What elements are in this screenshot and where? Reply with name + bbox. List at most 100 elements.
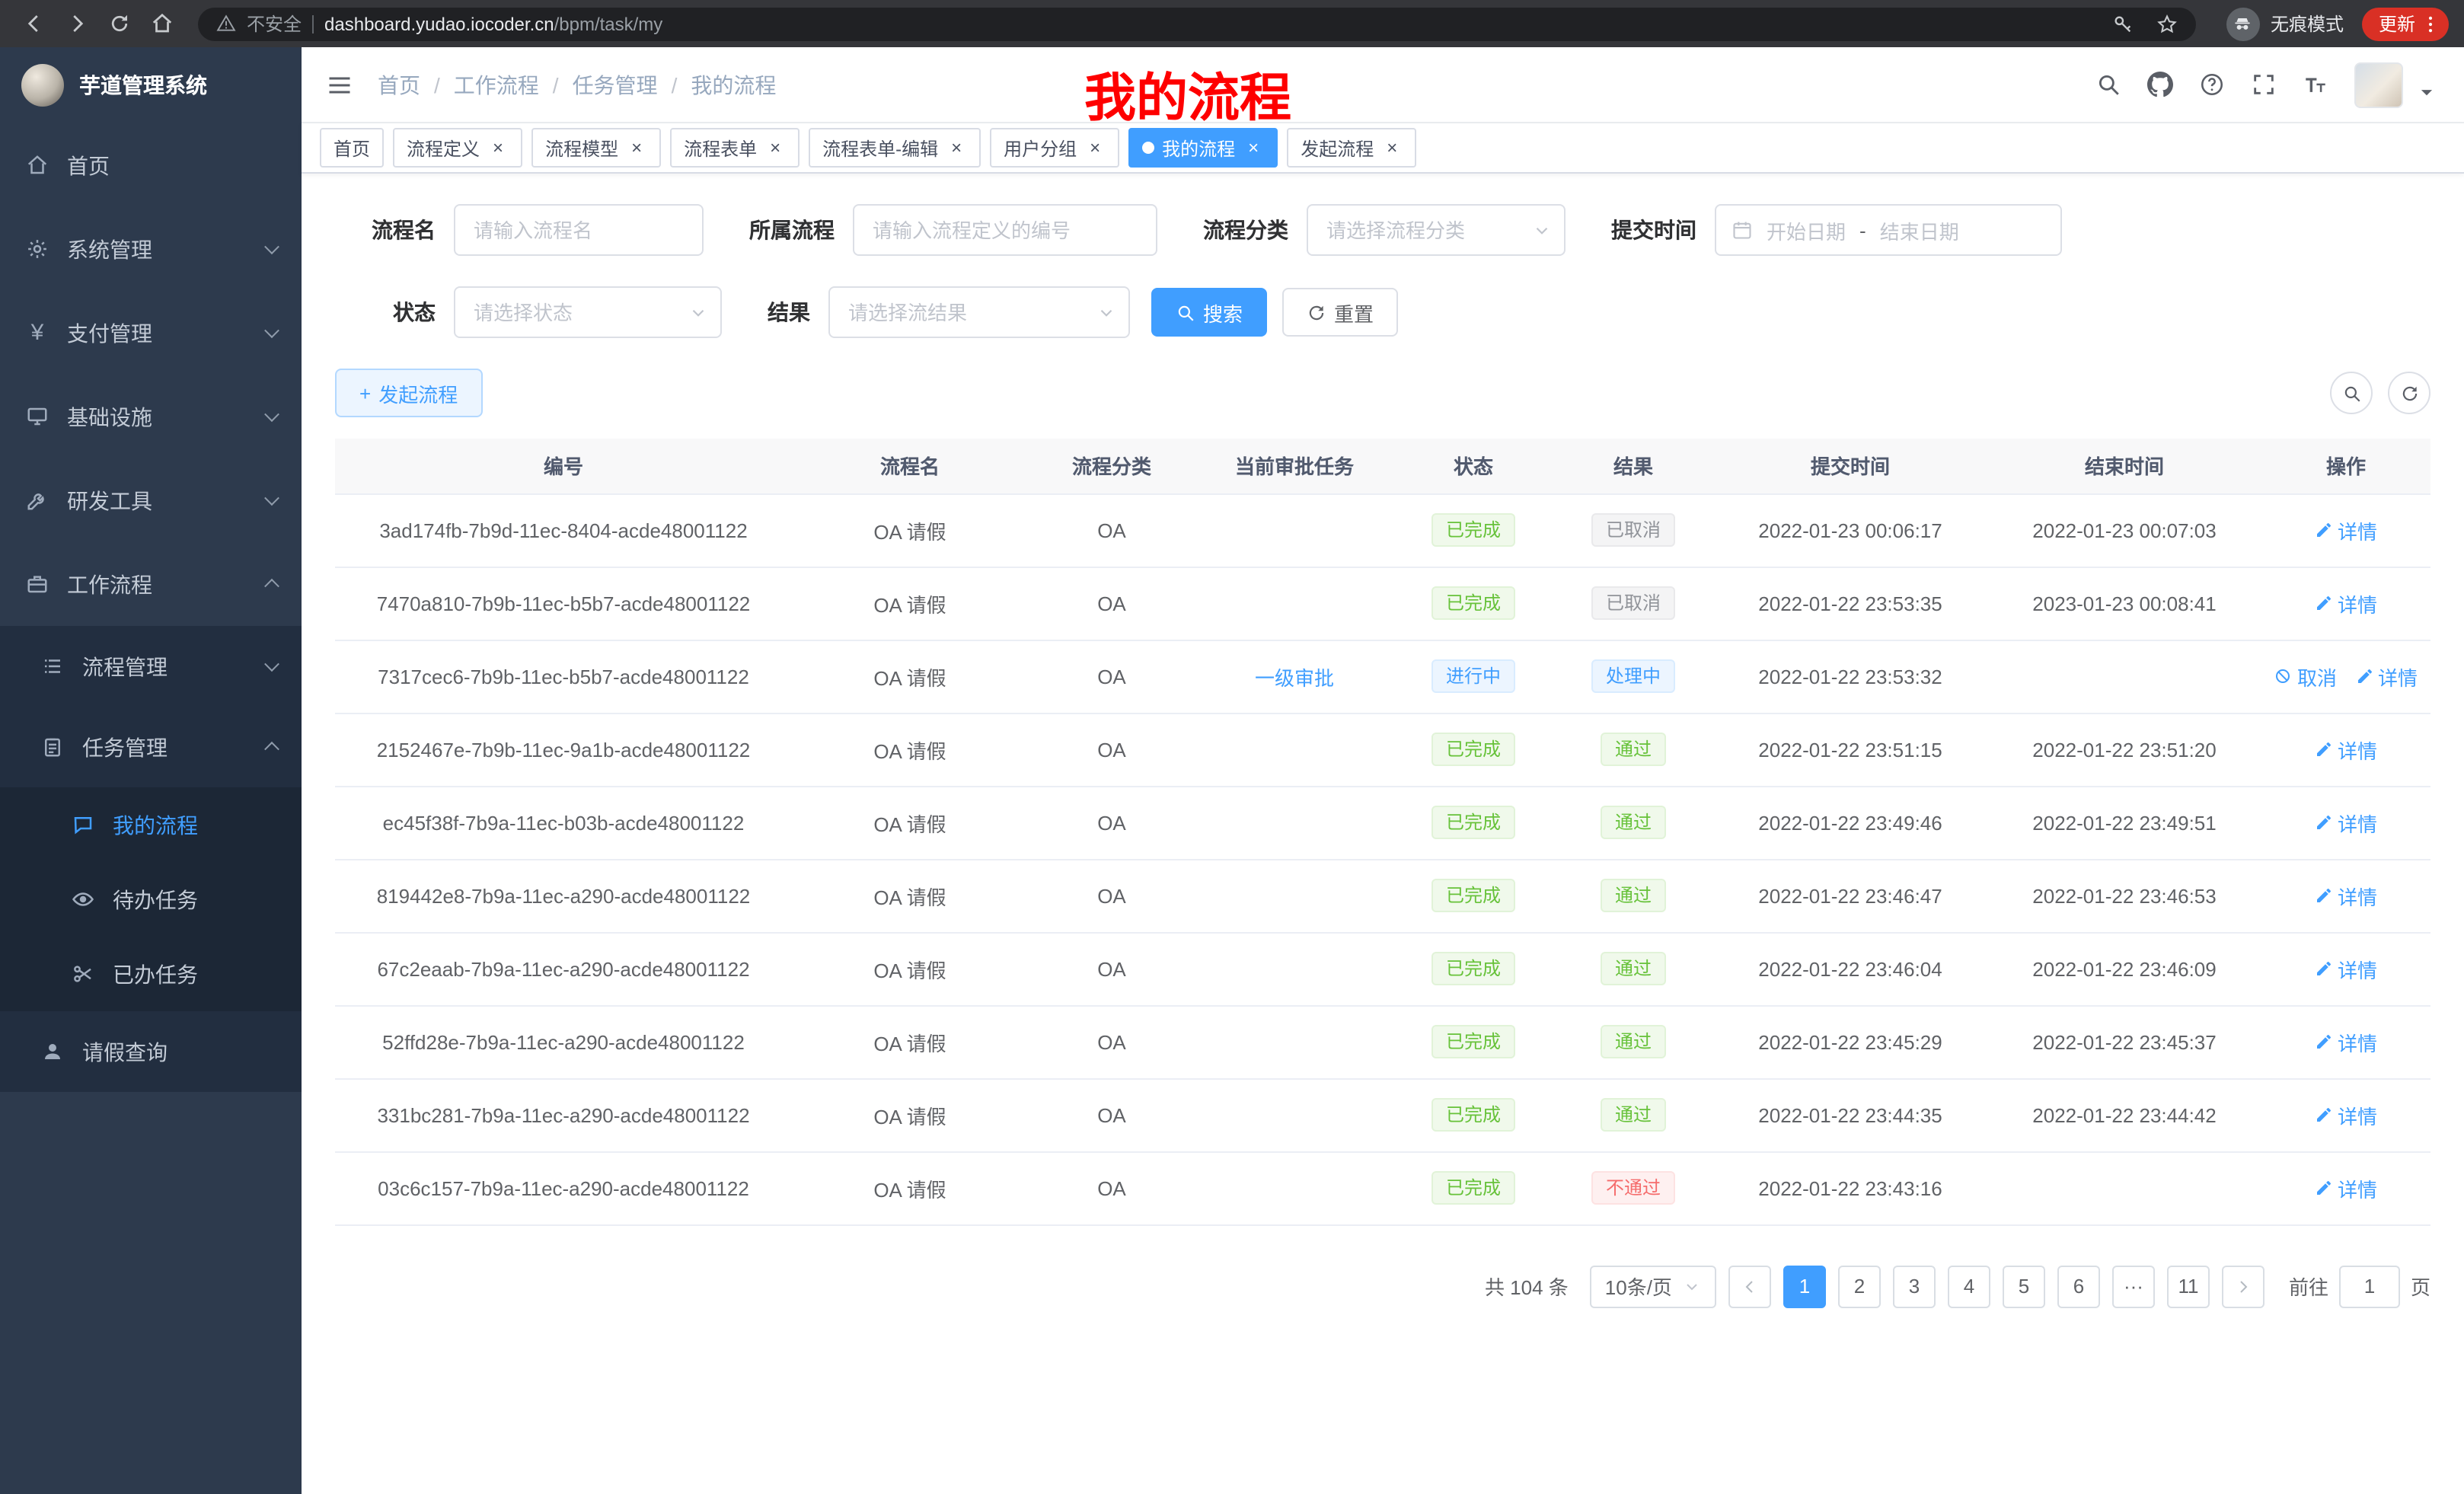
detail-link[interactable]: 详情 [2315, 516, 2377, 544]
sidebar-item-payment-management[interactable]: ¥支付管理 [0, 291, 302, 375]
github-icon[interactable] [2147, 72, 2173, 97]
sidebar-item-leave-query[interactable]: 请假查询 [0, 1011, 302, 1092]
cell-status: 已完成 [1393, 786, 1553, 859]
browser-home-icon[interactable] [143, 5, 180, 42]
app-logo[interactable]: 芋道管理系统 [0, 47, 302, 123]
task-link[interactable]: 一级审批 [1255, 666, 1334, 689]
detail-link[interactable]: 详情 [2315, 808, 2377, 837]
cancel-link[interactable]: 取消 [2274, 662, 2337, 691]
gear-icon [24, 238, 50, 260]
sidebar-toggle-icon[interactable] [326, 71, 353, 98]
result-select[interactable] [828, 286, 1130, 338]
detail-link[interactable]: 详情 [2315, 589, 2377, 618]
sidebar-item-task-management[interactable]: 任务管理 [0, 707, 302, 787]
close-icon[interactable]: × [1243, 137, 1264, 158]
tab-process-form[interactable]: 流程表单× [670, 128, 800, 168]
start-process-button[interactable]: + 发起流程 [335, 369, 482, 417]
sidebar-item-my-process[interactable]: 我的流程 [0, 787, 302, 862]
close-icon[interactable]: × [1084, 137, 1106, 158]
page-button-3[interactable]: 3 [1893, 1265, 1936, 1307]
cancelcirc-icon [2274, 667, 2293, 685]
category-select[interactable] [1307, 204, 1566, 256]
sidebar-item-infrastructure[interactable]: 基础设施 [0, 375, 302, 458]
pagination: 共 104 条 10条/页 123456···11 前往 页 [335, 1265, 2430, 1338]
column-header: 结果 [1553, 439, 1713, 493]
refresh-table-icon[interactable] [2388, 372, 2430, 414]
pager-more-button[interactable]: ··· [2112, 1265, 2155, 1307]
detail-link[interactable]: 详情 [2315, 735, 2377, 764]
close-icon[interactable]: × [1381, 137, 1403, 158]
sidebar-item-done-tasks[interactable]: 已办任务 [0, 937, 302, 1011]
prev-page-button[interactable] [1728, 1265, 1771, 1307]
font-size-icon[interactable] [2303, 72, 2328, 97]
page-button-4[interactable]: 4 [1948, 1265, 1990, 1307]
password-key-icon[interactable] [2112, 13, 2134, 34]
fullscreen-icon[interactable] [2251, 72, 2277, 97]
parent-process-label: 所属流程 [749, 215, 835, 245]
sidebar-item-dev-tools[interactable]: 研发工具 [0, 458, 302, 542]
browser-forward-icon[interactable] [58, 5, 94, 42]
bookmark-star-icon[interactable] [2156, 13, 2178, 34]
parent-process-input[interactable] [853, 204, 1157, 256]
cell-process-name: OA 请假 [792, 1151, 1028, 1224]
submit-time-range-picker[interactable]: 开始日期 - 结束日期 [1715, 204, 2062, 256]
browser-window: 不安全 dashboard.yudao.iocoder.cn/bpm/task/… [0, 0, 2464, 1494]
goto-page-input[interactable] [2339, 1265, 2400, 1307]
sidebar-item-home[interactable]: 首页 [0, 123, 302, 207]
sidebar-item-todo-tasks[interactable]: 待办任务 [0, 862, 302, 937]
tab-home[interactable]: 首页 [320, 128, 384, 168]
page-button-6[interactable]: 6 [2057, 1265, 2100, 1307]
search-button[interactable]: 搜索 [1151, 288, 1267, 337]
sidebar-item-system-management[interactable]: 系统管理 [0, 207, 302, 291]
status-badge: 已完成 [1432, 1171, 1514, 1205]
address-bar[interactable]: 不安全 dashboard.yudao.iocoder.cn/bpm/task/… [198, 7, 2196, 40]
user-avatar[interactable] [2354, 62, 2403, 107]
close-icon[interactable]: × [487, 137, 509, 158]
cell-current-task [1195, 713, 1393, 786]
detail-link[interactable]: 详情 [2315, 881, 2377, 910]
status-select[interactable] [454, 286, 722, 338]
page-button-2[interactable]: 2 [1838, 1265, 1881, 1307]
tab-process-definition[interactable]: 流程定义× [393, 128, 522, 168]
browser-reload-icon[interactable] [101, 5, 137, 42]
tab-process-model[interactable]: 流程模型× [531, 128, 661, 168]
briefcase-icon [24, 573, 50, 595]
detail-link[interactable]: 详情 [2315, 1173, 2377, 1202]
avatar-caret-icon[interactable] [2414, 78, 2440, 104]
detail-link[interactable]: 详情 [2315, 1027, 2377, 1056]
breadcrumb-item[interactable]: 工作流程 [454, 69, 539, 100]
breadcrumb-item[interactable]: 任务管理 [573, 69, 658, 100]
breadcrumb-item: 我的流程 [691, 69, 776, 100]
page-size-select[interactable]: 10条/页 [1590, 1265, 1716, 1307]
next-page-button[interactable] [2222, 1265, 2265, 1307]
process-name-input[interactable] [454, 204, 704, 256]
reset-button[interactable]: 重置 [1282, 288, 1398, 337]
sidebar-item-process-management[interactable]: 流程管理 [0, 626, 302, 707]
browser-menu-icon[interactable] [2420, 13, 2441, 34]
header-search-icon[interactable] [2095, 72, 2121, 97]
help-icon[interactable] [2199, 72, 2225, 97]
detail-link[interactable]: 详情 [2315, 1100, 2377, 1129]
page-button-1[interactable]: 1 [1783, 1265, 1826, 1307]
breadcrumb-item[interactable]: 首页 [378, 69, 420, 100]
detail-link[interactable]: 详情 [2355, 662, 2418, 691]
browser-back-icon[interactable] [15, 5, 52, 42]
column-header: 流程分类 [1028, 439, 1195, 493]
not-secure-icon[interactable] [216, 14, 236, 34]
detail-link[interactable]: 详情 [2315, 954, 2377, 983]
toggle-search-icon[interactable] [2330, 372, 2373, 414]
browser-update-button[interactable]: 更新 [2362, 7, 2449, 40]
close-icon[interactable]: × [764, 137, 786, 158]
page-button-11[interactable]: 11 [2167, 1265, 2210, 1307]
close-icon[interactable]: × [946, 137, 967, 158]
close-icon[interactable]: × [626, 137, 647, 158]
page-button-5[interactable]: 5 [2003, 1265, 2045, 1307]
goto-suffix: 页 [2411, 1272, 2430, 1301]
tab-user-group[interactable]: 用户分组× [990, 128, 1119, 168]
cell-current-task[interactable]: 一级审批 [1195, 640, 1393, 713]
tab-process-form-edit[interactable]: 流程表单-编辑× [809, 128, 981, 168]
cell-status: 已完成 [1393, 859, 1553, 932]
sidebar-item-workflow[interactable]: 工作流程 [0, 542, 302, 626]
tab-start-process[interactable]: 发起流程× [1287, 128, 1416, 168]
tab-my-process[interactable]: 我的流程× [1128, 128, 1278, 168]
